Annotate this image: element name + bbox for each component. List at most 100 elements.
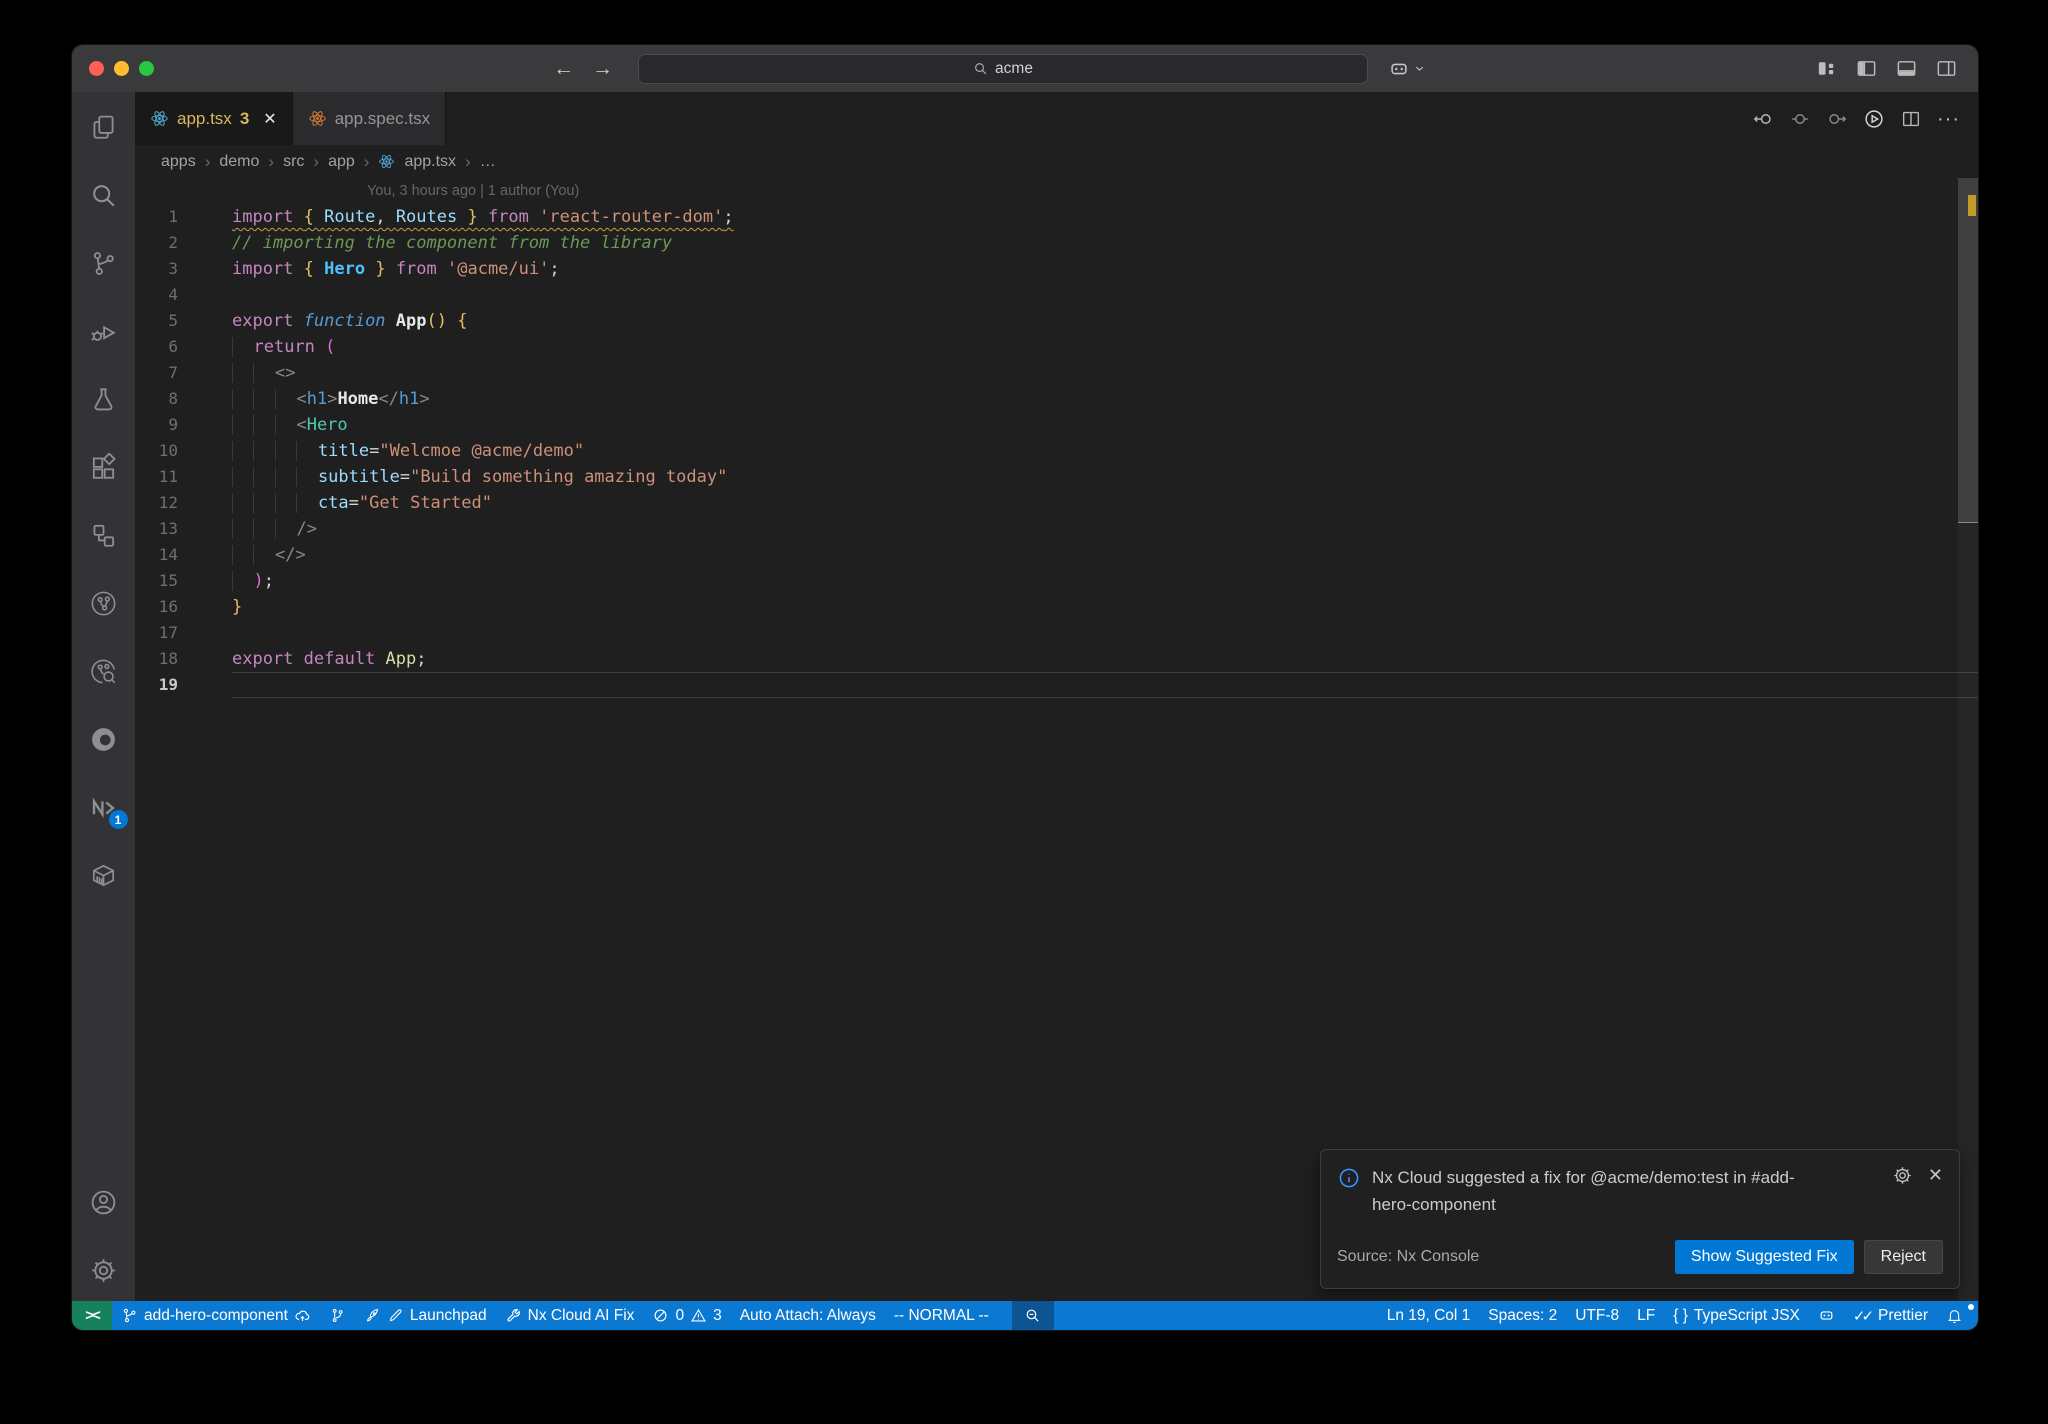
toggle-secondary-sidebar-icon[interactable]: [1935, 57, 1958, 80]
code-line[interactable]: 9 <Hero: [135, 412, 1978, 438]
sidebar-item-package-explorer[interactable]: [81, 852, 127, 898]
code-line[interactable]: 13 />: [135, 516, 1978, 542]
zoom-window-button[interactable]: [139, 61, 154, 76]
scrollbar-thumb[interactable]: [1958, 178, 1978, 523]
breadcrumb-item[interactable]: src: [283, 153, 304, 171]
vertical-scrollbar[interactable]: [1958, 178, 1978, 1301]
code-text: </>: [232, 542, 1978, 568]
sidebar-item-gitlens[interactable]: [81, 648, 127, 694]
sidebar-item-edge-browser[interactable]: [81, 716, 127, 762]
code-line[interactable]: 4: [135, 282, 1978, 308]
code-token: function: [303, 311, 396, 331]
code-token: >: [327, 389, 338, 409]
sidebar-item-commit-graph[interactable]: [81, 580, 127, 626]
reject-button[interactable]: Reject: [1863, 1240, 1943, 1274]
indent-guide: [253, 545, 275, 565]
code-token: />: [296, 519, 317, 539]
breadcrumb-item[interactable]: app.tsx: [404, 153, 456, 171]
breadcrumb-item[interactable]: apps: [161, 153, 196, 171]
more-actions-icon[interactable]: ···: [1937, 109, 1960, 129]
sidebar-item-components[interactable]: [81, 512, 127, 558]
back-icon[interactable]: ←: [551, 58, 576, 79]
nx-cloud-fix-button[interactable]: Nx Cloud AI Fix: [496, 1301, 644, 1330]
extensions-icon: [89, 453, 118, 482]
toggle-panel-icon[interactable]: [1895, 57, 1918, 80]
code-line[interactable]: 14 </>: [135, 542, 1978, 568]
minimize-window-button[interactable]: [114, 61, 129, 76]
indentation-button[interactable]: Spaces: 2: [1479, 1301, 1566, 1330]
code-line[interactable]: 6 return (: [135, 334, 1978, 360]
code-token: ,: [375, 207, 396, 227]
code-line[interactable]: 2 // importing the component from the lib…: [135, 230, 1978, 256]
errors-icon: [652, 1307, 669, 1324]
source-control-icon: [89, 249, 118, 278]
tab-app-spec-tsx[interactable]: app.spec.tsx: [292, 92, 447, 145]
commit-graph-button[interactable]: [320, 1301, 355, 1330]
breadcrumb-item[interactable]: demo: [219, 153, 259, 171]
sidebar-item-search[interactable]: [81, 172, 127, 218]
code-line[interactable]: 18 export default App;: [135, 646, 1978, 672]
sidebar-item-source-control[interactable]: [81, 240, 127, 286]
edge-browser-icon: [89, 725, 118, 754]
git-branch-icon: [121, 1307, 138, 1324]
code-line[interactable]: 1 import { Route, Routes } from 'react-ro…: [135, 204, 1978, 230]
tab-bar: app.tsx 3 ✕ app.spec.tsx ···: [135, 92, 1978, 145]
close-notification-icon[interactable]: ✕: [1928, 1165, 1943, 1218]
previous-change-icon[interactable]: [1752, 108, 1774, 130]
cursor-position-button[interactable]: Ln 19, Col 1: [1378, 1301, 1480, 1330]
sidebar-item-testing[interactable]: [81, 376, 127, 422]
show-suggested-fix-button[interactable]: Show Suggested Fix: [1674, 1240, 1854, 1274]
line-number: 17: [158, 623, 178, 642]
toggle-primary-sidebar-icon[interactable]: [1855, 57, 1878, 80]
copilot-status-button[interactable]: [1809, 1301, 1844, 1330]
split-editor-icon[interactable]: [1900, 108, 1922, 130]
indent-guide: [232, 415, 254, 435]
code-line[interactable]: 8 <h1>Home</h1>: [135, 386, 1978, 412]
launchpad-button[interactable]: Launchpad: [355, 1301, 496, 1330]
next-change-icon[interactable]: [1826, 108, 1848, 130]
settings-button[interactable]: [81, 1247, 127, 1293]
sidebar-item-run-debug[interactable]: [81, 308, 127, 354]
encoding-button[interactable]: UTF-8: [1566, 1301, 1628, 1330]
code-line[interactable]: 11 subtitle="Build something amazing tod…: [135, 464, 1978, 490]
code-lines: 1 import { Route, Routes } from 'react-ro…: [135, 204, 1978, 698]
formatter-status-button[interactable]: ✓✓ Prettier: [1844, 1301, 1937, 1330]
copilot-menu[interactable]: [1388, 58, 1426, 80]
code-line[interactable]: 5 export function App() {: [135, 308, 1978, 334]
problems-button[interactable]: 0 3: [643, 1301, 730, 1330]
close-tab-icon[interactable]: ✕: [263, 109, 276, 129]
run-file-icon[interactable]: [1863, 108, 1885, 130]
command-center-search[interactable]: acme: [638, 53, 1368, 84]
forward-icon[interactable]: →: [590, 58, 615, 79]
code-line[interactable]: 19: [135, 672, 1978, 698]
eol-button[interactable]: LF: [1628, 1301, 1664, 1330]
git-branch-item[interactable]: add-hero-component: [112, 1301, 320, 1330]
code-token: </>: [274, 545, 306, 565]
code-line[interactable]: 16}: [135, 594, 1978, 620]
notification-settings-gear-icon[interactable]: [1892, 1165, 1913, 1186]
code-token: subtitle: [317, 467, 400, 487]
customize-layout-icon[interactable]: [1815, 57, 1838, 80]
notifications-button[interactable]: [1937, 1301, 1974, 1330]
code-line[interactable]: 12 cta="Get Started": [135, 490, 1978, 516]
code-line[interactable]: 17: [135, 620, 1978, 646]
zoom-out-button[interactable]: [1011, 1301, 1054, 1330]
code-line[interactable]: 3 import { Hero } from '@acme/ui';: [135, 256, 1978, 282]
code-line[interactable]: 15 );: [135, 568, 1978, 594]
breadcrumb-item[interactable]: app: [328, 153, 355, 171]
sidebar-item-nx-console[interactable]: 1: [81, 784, 128, 830]
auto-attach-button[interactable]: Auto Attach: Always: [731, 1301, 885, 1330]
change-icon[interactable]: [1789, 108, 1811, 130]
breadcrumb-item[interactable]: …: [480, 153, 496, 171]
sidebar-item-explorer[interactable]: [81, 104, 127, 150]
code-line[interactable]: 10 title="Welcmoe @acme/demo": [135, 438, 1978, 464]
tab-app-tsx[interactable]: app.tsx 3 ✕: [135, 92, 293, 145]
code-line[interactable]: 7 <>: [135, 360, 1978, 386]
remote-indicator[interactable]: ><: [72, 1301, 112, 1330]
sidebar-item-extensions[interactable]: [81, 444, 127, 490]
language-mode-button[interactable]: { } TypeScript JSX: [1664, 1301, 1809, 1330]
close-window-button[interactable]: [89, 61, 104, 76]
code-editor[interactable]: You, 3 hours ago | 1 author (You) 1 impor…: [135, 178, 1978, 1301]
account-button[interactable]: [81, 1179, 127, 1225]
